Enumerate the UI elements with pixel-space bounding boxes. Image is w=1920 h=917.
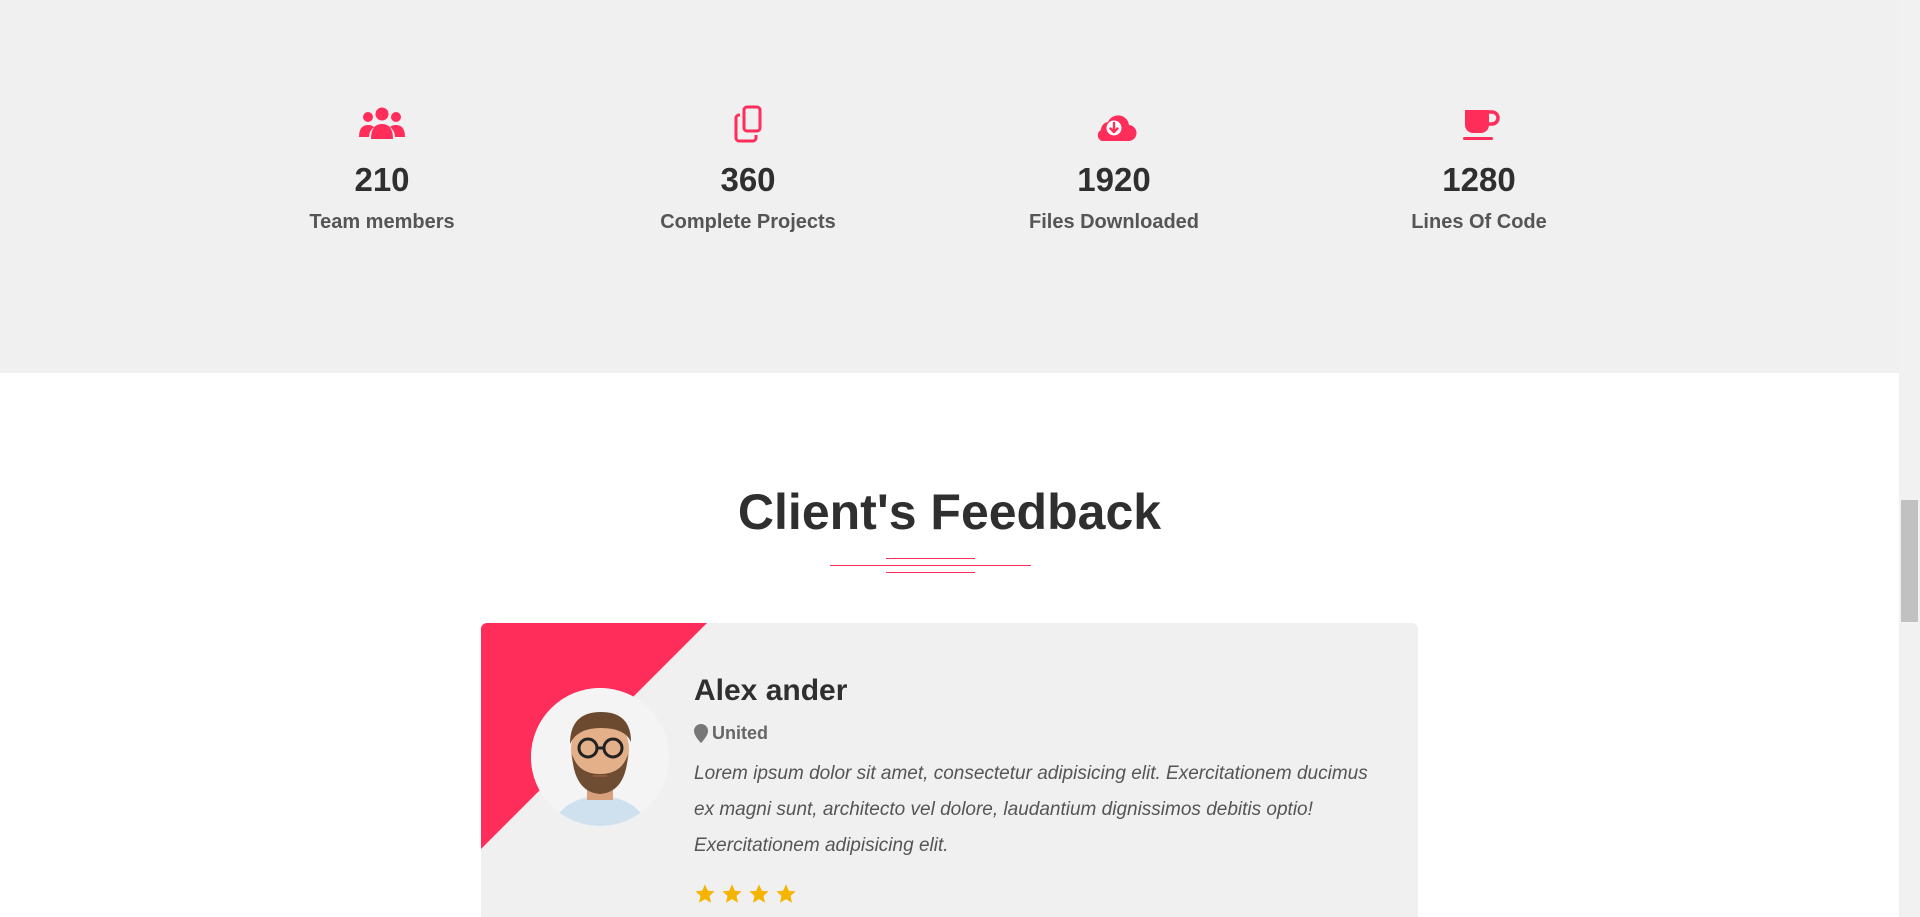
stat-files-downloaded: 1920 Files Downloaded: [964, 105, 1264, 232]
testimonial-content: Alex ander United Lorem ipsum dolor sit …: [694, 673, 1374, 905]
stat-label: Complete Projects: [660, 211, 836, 233]
stat-lines-of-code: 1280 Lines Of Code: [1329, 105, 1629, 232]
users-icon: [358, 105, 406, 145]
stat-label: Lines Of Code: [1411, 211, 1547, 233]
star-icon: [775, 883, 797, 905]
stat-team-members: 210 Team members: [232, 105, 532, 232]
stat-label: Team members: [309, 211, 455, 233]
star-icon: [748, 883, 770, 905]
stat-value: 210: [354, 161, 410, 198]
star-icon: [721, 883, 743, 905]
location-text: United: [712, 723, 768, 743]
client-name: Alex ander: [694, 674, 848, 707]
stat-complete-projects: 360 Complete Projects: [598, 105, 898, 232]
stat-value: 1280: [1442, 161, 1516, 198]
coffee-cup-icon: [1455, 105, 1503, 145]
page: 210 Team members 360 Complete Projects 1…: [0, 0, 1920, 917]
stat-value: 1920: [1077, 161, 1151, 198]
star-rating: [694, 883, 1374, 905]
title-divider: [830, 558, 1031, 574]
vertical-scrollbar[interactable]: [1899, 0, 1920, 917]
avatar: [531, 688, 669, 826]
cloud-download-icon: [1090, 105, 1138, 145]
testimonial-card: Alex ander United Lorem ipsum dolor sit …: [481, 623, 1418, 917]
copy-files-icon: [724, 105, 772, 145]
map-marker-icon: [694, 724, 708, 743]
stats-section: 210 Team members 360 Complete Projects 1…: [0, 0, 1899, 373]
scrollbar-thumb[interactable]: [1901, 500, 1918, 622]
stat-value: 360: [720, 161, 776, 198]
stat-label: Files Downloaded: [1028, 211, 1200, 233]
testimonial-quote: Lorem ipsum dolor sit amet, consectetur …: [694, 763, 1368, 856]
client-location: United: [694, 723, 1374, 744]
section-title: Client's Feedback: [737, 484, 1162, 540]
star-icon: [694, 883, 716, 905]
